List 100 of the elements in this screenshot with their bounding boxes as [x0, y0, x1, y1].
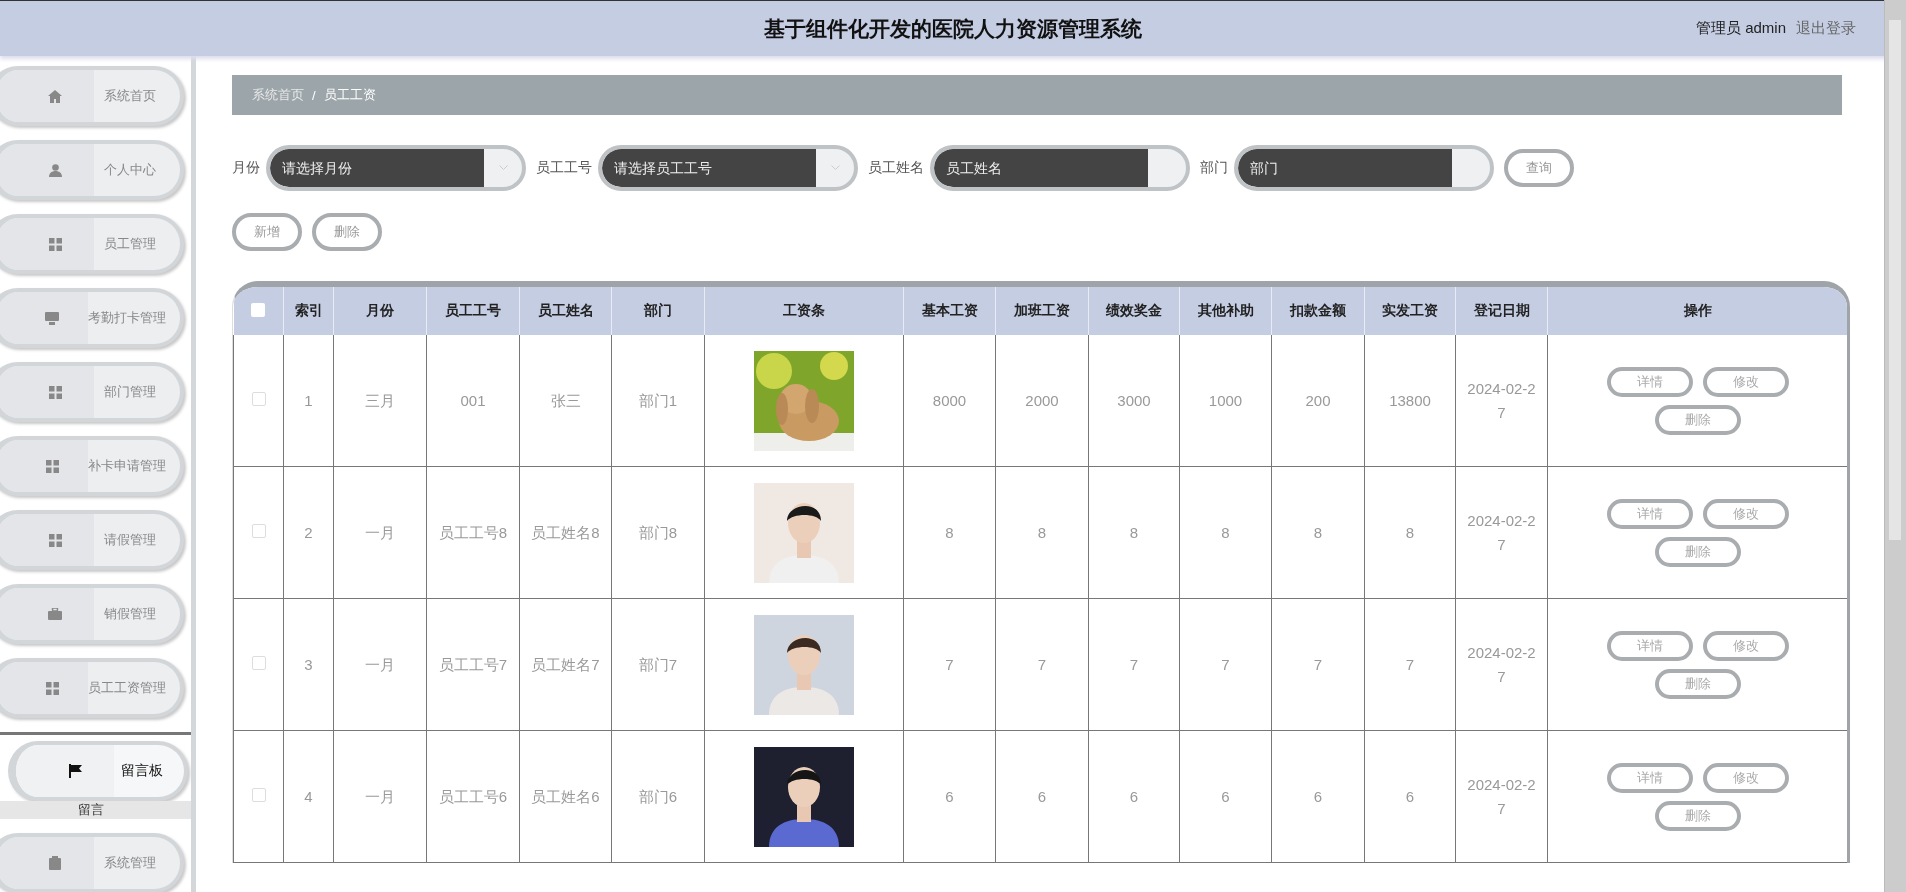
submenu-item[interactable]: 留言: [0, 801, 191, 819]
table-cell: 部门8: [611, 466, 705, 599]
search-button[interactable]: 查询: [1504, 149, 1574, 187]
table-cell: 员工工号8: [426, 466, 520, 599]
table-cell: 员工工号6: [426, 730, 520, 863]
grid-icon: [45, 459, 59, 473]
sidebar-item[interactable]: 部门管理: [0, 362, 184, 422]
table-cell: 8: [1364, 466, 1456, 599]
column-header: 月份: [333, 287, 427, 335]
details-button[interactable]: 详情: [1606, 630, 1693, 661]
sidebar-item[interactable]: 考勤打卡管理: [0, 288, 184, 348]
user-label: 管理员 admin: [1695, 19, 1786, 38]
edit-button[interactable]: 修改: [1702, 498, 1789, 529]
edit-button[interactable]: 修改: [1702, 366, 1789, 397]
chevron-down-icon: [830, 165, 840, 171]
table-cell: 4: [283, 730, 334, 863]
delete-button[interactable]: 删除: [312, 213, 382, 251]
select-all-checkbox[interactable]: [251, 302, 266, 317]
chevron-down-icon: [498, 165, 508, 171]
delete-button[interactable]: 删除: [1654, 800, 1741, 831]
row-checkbox[interactable]: [251, 391, 266, 406]
column-header: 登记日期: [1455, 287, 1548, 335]
table-cell: 6: [1271, 730, 1365, 863]
sidebar-item[interactable]: 个人中心: [0, 140, 184, 200]
column-header: 扣款金额: [1271, 287, 1365, 335]
table-cell: 1: [283, 335, 334, 467]
delete-button[interactable]: 删除: [1654, 536, 1741, 567]
add-button[interactable]: 新增: [232, 213, 302, 251]
table-cell: 8: [903, 466, 996, 599]
edit-button[interactable]: 修改: [1702, 630, 1789, 661]
sidebar-item[interactable]: 留言板: [8, 741, 188, 801]
column-header: 索引: [283, 287, 334, 335]
sidebar-item[interactable]: 员工工资管理: [0, 658, 184, 718]
briefcase-icon: [48, 608, 62, 620]
filter-label: 部门: [1200, 159, 1228, 177]
table-cell: 7: [903, 598, 996, 731]
table-cell: 6: [1088, 730, 1180, 863]
table-cell: 2024-02-27: [1455, 335, 1548, 467]
grid-icon: [48, 533, 62, 547]
table-cell: 2024-02-27: [1455, 598, 1548, 731]
row-checkbox[interactable]: [251, 787, 266, 802]
row-checkbox[interactable]: [251, 523, 266, 538]
table-cell: 7: [1088, 598, 1180, 731]
system-title: 基于组件化开发的医院人力资源管理系统: [764, 15, 1142, 42]
table-cell: 员工姓名7: [519, 598, 612, 731]
table-cell: 员工姓名8: [519, 466, 612, 599]
delete-button[interactable]: 删除: [1654, 668, 1741, 699]
sidebar-item[interactable]: 员工管理: [0, 214, 184, 274]
delete-button[interactable]: 删除: [1654, 404, 1741, 435]
table-cell: 6: [1179, 730, 1272, 863]
column-header: 基本工资: [903, 287, 996, 335]
select-field[interactable]: 请选择员工工号: [598, 145, 858, 191]
table-cell: 一月: [333, 466, 427, 599]
table-cell: 2024-02-27: [1455, 466, 1548, 599]
table-cell: 8: [995, 466, 1089, 599]
column-header: 绩效奖金: [1088, 287, 1180, 335]
sidebar-item[interactable]: 请假管理: [0, 510, 184, 570]
scrollbar[interactable]: [1884, 0, 1906, 892]
grid-icon: [48, 385, 62, 399]
breadcrumb-link[interactable]: 系统首页: [252, 86, 304, 104]
column-header: 其他补助: [1179, 287, 1272, 335]
breadcrumb-current: 员工工资: [323, 86, 376, 104]
table-cell: 部门7: [611, 598, 705, 731]
table-cell: 2: [283, 466, 334, 599]
table-cell: 3000: [1088, 335, 1180, 467]
details-button[interactable]: 详情: [1606, 762, 1693, 793]
table-cell: 8: [1271, 466, 1365, 599]
sidebar-item[interactable]: 销假管理: [0, 584, 184, 644]
table-cell: 1000: [1179, 335, 1272, 467]
details-button[interactable]: 详情: [1606, 366, 1693, 397]
table-cell: 3: [283, 598, 334, 731]
table-cell: 部门6: [611, 730, 705, 863]
sidebar-item[interactable]: 系统管理: [0, 833, 184, 892]
filter-label: 员工工号: [536, 159, 592, 177]
row-checkbox[interactable]: [251, 655, 266, 670]
table-cell: 部门1: [611, 335, 705, 467]
table-cell: 6: [995, 730, 1089, 863]
filter-label: 员工姓名: [868, 159, 924, 177]
column-header: 加班工资: [995, 287, 1089, 335]
input-field[interactable]: 员工姓名: [930, 145, 1190, 191]
select-field[interactable]: 请选择月份: [266, 145, 526, 191]
table-cell: 员工姓名6: [519, 730, 612, 863]
edit-button[interactable]: 修改: [1702, 762, 1789, 793]
sidebar-item[interactable]: 补卡申请管理: [0, 436, 184, 496]
table-cell: 8: [1088, 466, 1180, 599]
table-cell: 200: [1271, 335, 1365, 467]
table-cell: 张三: [519, 335, 612, 467]
table-cell: 6: [1364, 730, 1456, 863]
sidebar-item[interactable]: 系统首页: [0, 66, 184, 126]
flag-icon: [68, 764, 82, 778]
breadcrumb-separator: /: [312, 87, 316, 103]
input-field[interactable]: 部门: [1234, 145, 1494, 191]
table-cell: 2024-02-27: [1455, 730, 1548, 863]
grid-icon: [48, 237, 62, 251]
home-icon: [48, 89, 62, 103]
details-button[interactable]: 详情: [1606, 498, 1693, 529]
logout-link[interactable]: 退出登录: [1796, 19, 1856, 38]
clipboard-icon: [49, 856, 61, 870]
grid-icon: [45, 681, 59, 695]
column-header: 部门: [611, 287, 705, 335]
